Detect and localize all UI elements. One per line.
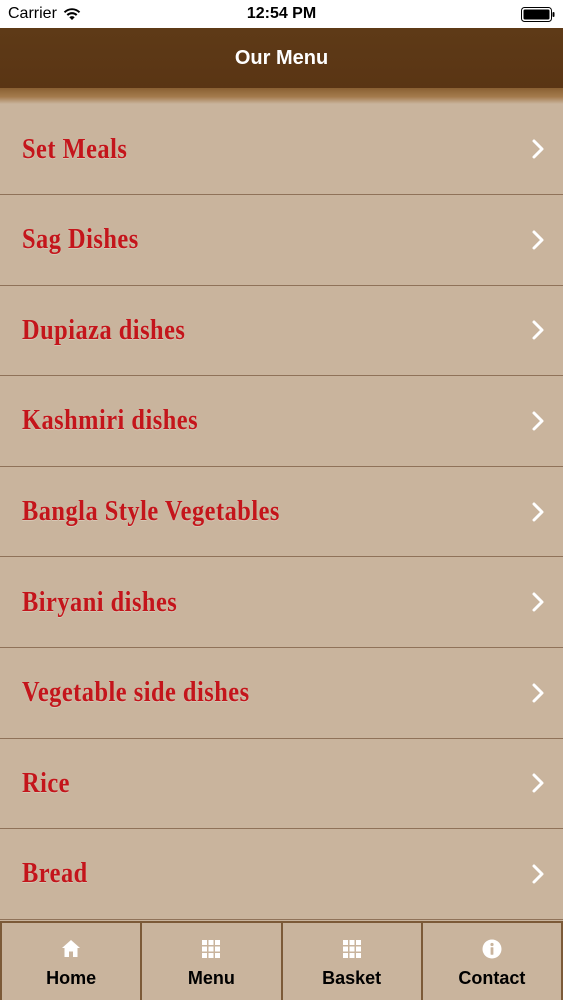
menu-item-label: Rice xyxy=(22,766,71,799)
chevron-right-icon xyxy=(532,320,544,340)
chevron-right-icon xyxy=(532,502,544,522)
menu-item-dupiaza-dishes[interactable]: Dupiaza dishes xyxy=(0,286,563,377)
tab-home[interactable]: Home xyxy=(0,923,140,1000)
tab-label: Menu xyxy=(187,968,235,988)
tab-label: Home xyxy=(46,968,97,988)
chevron-right-icon xyxy=(532,592,544,612)
menu-item-label: Vegetable side dishes xyxy=(22,676,250,709)
menu-item-label: Set Meals xyxy=(22,132,128,165)
menu-item-set-meals[interactable]: Set Meals xyxy=(0,104,563,195)
chevron-right-icon xyxy=(532,139,544,159)
menu-item-label: Kashmiri dishes xyxy=(22,404,199,437)
status-time: 12:54 PM xyxy=(246,5,317,22)
menu-item-rice[interactable]: Rice xyxy=(0,739,563,830)
menu-item-label: Bangla Style Vegetables xyxy=(22,495,280,528)
info-icon xyxy=(482,939,502,959)
tab-bar: Home Menu Basket Contact xyxy=(0,921,563,1000)
page-title: Our Menu xyxy=(234,47,329,69)
menu-item-bread[interactable]: Bread xyxy=(0,829,563,920)
tab-label: Basket xyxy=(322,968,382,988)
menu-item-sag-dishes[interactable]: Sag Dishes xyxy=(0,195,563,286)
tab-label: Contact xyxy=(458,968,526,988)
menu-category-list: Set Meals Sag Dishes Dupiaza dishes Kash… xyxy=(0,104,563,921)
menu-item-biryani-dishes[interactable]: Biryani dishes xyxy=(0,557,563,648)
nav-bar: Our Menu xyxy=(0,28,563,88)
chevron-right-icon xyxy=(532,230,544,250)
menu-item-vegetable-side-dishes[interactable]: Vegetable side dishes xyxy=(0,648,563,739)
menu-item-kashmiri-dishes[interactable]: Kashmiri dishes xyxy=(0,376,563,467)
status-bar: Carrier 12:54 PM xyxy=(0,0,563,28)
menu-item-bangla-style-vegetables[interactable]: Bangla Style Vegetables xyxy=(0,467,563,558)
chevron-right-icon xyxy=(532,773,544,793)
battery-icon xyxy=(521,7,555,22)
menu-item-label: Biryani dishes xyxy=(22,585,178,618)
chevron-right-icon xyxy=(532,864,544,884)
tab-basket[interactable]: Basket xyxy=(280,923,421,1000)
home-icon xyxy=(62,940,81,957)
chevron-right-icon xyxy=(532,411,544,431)
nav-shadow-divider xyxy=(0,88,563,104)
menu-item-label: Bread xyxy=(22,857,88,890)
chevron-right-icon xyxy=(532,683,544,703)
tab-menu[interactable]: Menu xyxy=(140,923,280,1000)
grid-icon xyxy=(202,940,221,958)
menu-item-label: Dupiaza dishes xyxy=(22,313,186,346)
grid-icon xyxy=(342,940,361,958)
menu-item-label: Sag Dishes xyxy=(22,223,139,256)
tab-contact[interactable]: Contact xyxy=(420,923,563,1000)
